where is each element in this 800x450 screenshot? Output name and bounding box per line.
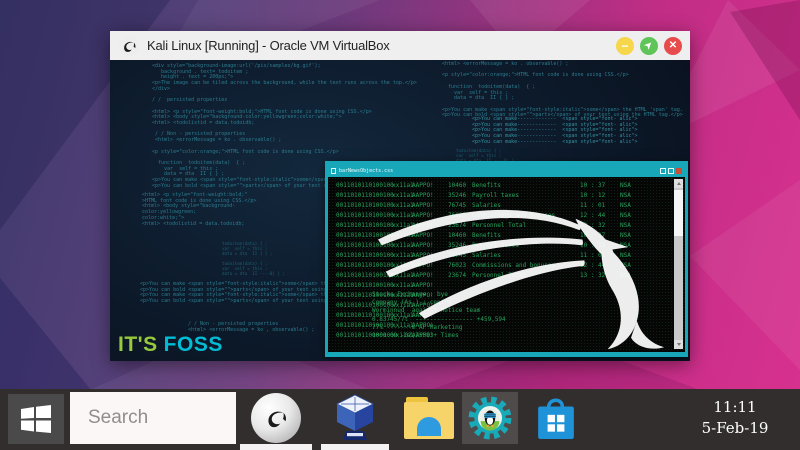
search-input[interactable] [70, 392, 236, 444]
active-indicator-kali [240, 444, 312, 450]
scroll-up-icon[interactable] [674, 179, 683, 188]
close-button[interactable]: ✕ [664, 37, 682, 55]
scrollbar-thumb[interactable] [674, 190, 683, 236]
active-indicator-virtualbox [321, 444, 389, 450]
taskbar-item-virtualbox[interactable] [330, 392, 380, 444]
taskbar-item-kali[interactable] [250, 392, 302, 444]
code-block: todoitem(data) { ;var self = this ;data … [222, 241, 285, 276]
terminal-window: barNewsObjects.css 0011010110100100xx11a… [325, 161, 688, 357]
terminal-titlebar[interactable]: barNewsObjects.css [328, 164, 685, 177]
code-block: <html> <errorMessage = ko . observable()… [442, 62, 683, 119]
clock-time: 11:11 [680, 397, 790, 418]
bg-facet [700, 0, 800, 120]
vm-screen: <div style="background-image:url('/pix/s… [110, 60, 690, 361]
terminal-body: 0011010110100100xx11a1AAPPO!10460Benefit… [328, 177, 685, 352]
its-foss-logo: IT'SFOSS [118, 333, 223, 357]
restore-button[interactable]: ➤ [640, 37, 658, 55]
window-titlebar[interactable]: Kali Linux [Running] - Oracle VM Virtual… [110, 31, 690, 60]
windows-logo-icon [19, 404, 53, 434]
virtualbox-window: Kali Linux [Running] - Oracle VM Virtual… [110, 31, 690, 361]
terminal-close-button[interactable] [676, 168, 682, 174]
document-icon [331, 168, 336, 174]
start-button[interactable] [8, 394, 64, 444]
taskbar-clock[interactable]: 11:11 5-Feb-19 [680, 397, 790, 439]
desktop: Kali Linux [Running] - Oracle VM Virtual… [0, 0, 800, 450]
taskbar-item-store[interactable] [530, 392, 582, 444]
clock-date: 5-Feb-19 [680, 418, 790, 439]
terminal-title: barNewsObjects.css [339, 168, 658, 174]
terminal-minimize-button[interactable] [660, 168, 666, 174]
code-block: <p>You can make------------- <span style… [472, 117, 638, 146]
taskbar-item-foss-app[interactable] [462, 392, 518, 444]
terminal-scrollbar[interactable] [674, 179, 683, 349]
window-title: Kali Linux [Running] - Oracle VM Virtual… [147, 38, 610, 53]
gear-penguin-icon [462, 392, 518, 444]
code-block: <html> <p style="font-weight:bold;">HTML… [142, 193, 256, 227]
kali-logo-icon [118, 35, 140, 57]
kali-taskbar-icon [251, 393, 301, 443]
minimize-button[interactable]: − [616, 37, 634, 55]
taskbar-item-file-explorer[interactable] [403, 392, 455, 444]
bg-facet [690, 180, 800, 370]
terminal-maximize-button[interactable] [668, 168, 674, 174]
scroll-down-icon[interactable] [674, 340, 683, 349]
kali-dragon-icon [376, 181, 668, 351]
virtualbox-icon [333, 393, 377, 443]
file-explorer-icon [404, 397, 454, 439]
store-icon [535, 393, 577, 443]
taskbar: 11:11 5-Feb-19 [0, 389, 800, 450]
code-block: / / Non - persisted properties<html> <er… [188, 322, 314, 333]
